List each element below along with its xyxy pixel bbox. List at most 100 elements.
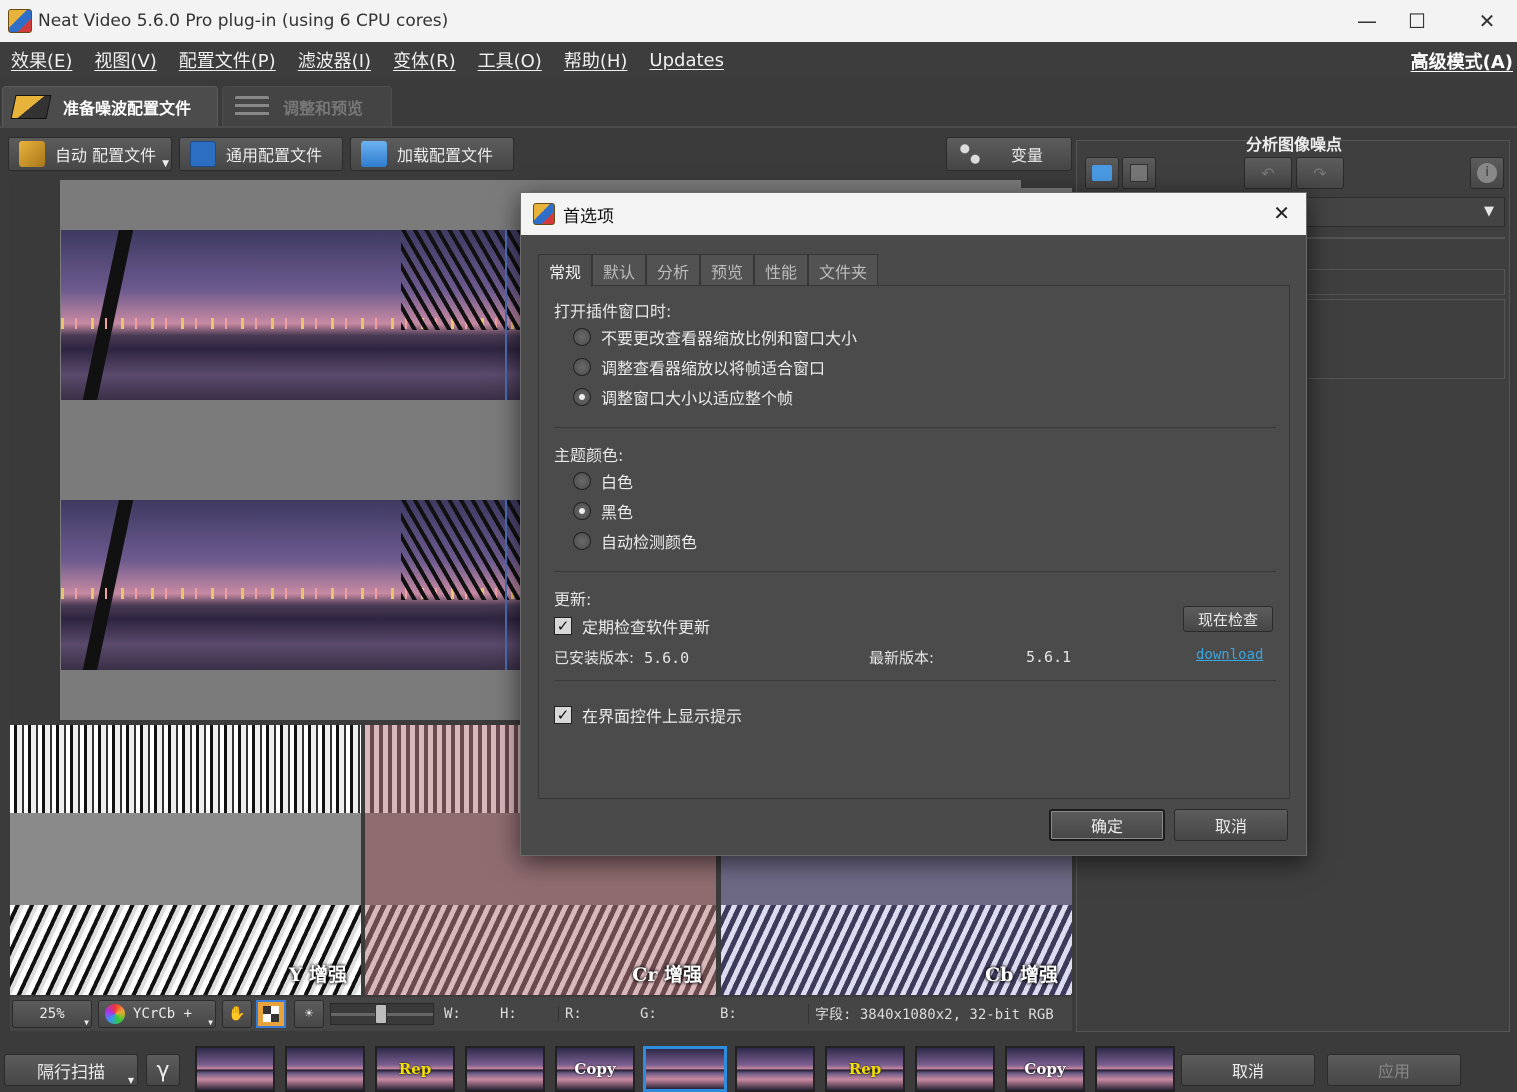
tab-prepare-label: 准备噪波配置文件 [63,98,192,118]
variant-thumb-3[interactable]: Rep [375,1046,455,1092]
apply-button[interactable]: 应用 [1327,1054,1461,1086]
checkmark-icon: ✓ [554,706,572,724]
colorspace-select[interactable]: YCrCb + ▼ [98,1000,216,1028]
app-icon [533,203,555,225]
radio-indicator [573,358,591,376]
theme-section-label: 主题颜色: [554,446,624,465]
general-tab-content: 打开插件窗口时: 不要更改查看器缩放比例和窗口大小 调整查看器缩放以将帧适合窗口… [538,285,1290,799]
undo-icon: ↶ [1261,163,1275,183]
variant-thumb-1[interactable] [195,1046,275,1092]
pane-field [1305,269,1505,295]
dialog-close-button[interactable]: ✕ [1273,201,1290,225]
variant-thumb-2[interactable] [285,1046,365,1092]
tab-folders[interactable]: 文件夹 [808,254,878,286]
tab-analysis[interactable]: 分析 [646,254,700,286]
folder-open-icon [1092,165,1112,181]
load-profile-button[interactable]: 加载配置文件 [350,137,514,171]
menu-variants[interactable]: 变体(R) [382,47,467,73]
radio-theme-white-label: 白色 [601,473,634,492]
installed-version-value: 5.6.0 [644,648,690,667]
info-button[interactable]: i [1470,157,1504,189]
open-button[interactable] [1085,157,1119,189]
gamma-button[interactable]: γ [146,1054,180,1086]
advanced-mode-toggle[interactable]: 高级模式(A) [1411,48,1513,74]
divider [554,680,1276,681]
variant-thumb-6-selected[interactable] [643,1046,727,1092]
load-profile-label: 加载配置文件 [397,146,494,165]
redo-button[interactable]: ↷ [1296,157,1344,189]
ok-label: 确定 [1090,817,1123,836]
radio-theme-white[interactable]: 白色 [573,469,633,493]
download-link[interactable]: download [1196,647,1263,663]
undo-button[interactable]: ↶ [1244,157,1292,189]
radio-resize-window[interactable]: 调整窗口大小以适应整个帧 [573,385,793,409]
radio-fit-frame[interactable]: 调整查看器缩放以将帧适合窗口 [573,355,825,379]
curve-icon [190,141,216,167]
open-section-label: 打开插件窗口时: [554,302,672,321]
tab-adjust-preview[interactable]: 调整和预览 [222,86,392,126]
maximize-button[interactable]: ☐ [1387,0,1447,42]
generic-profile-label: 通用配置文件 [226,146,323,165]
zoom-select[interactable]: 25% ▼ [12,1000,92,1028]
radio-keep-zoom[interactable]: 不要更改查看器缩放比例和窗口大小 [573,325,857,349]
hand-tool-button[interactable]: ✋ [222,1000,252,1028]
blue-readout: B: [720,1006,737,1022]
auto-profile-icon [19,141,45,167]
tab-adjust-label: 调整和预览 [283,98,364,118]
radio-fit-frame-label: 调整查看器缩放以将帧适合窗口 [601,359,826,378]
check-updates-checkbox[interactable]: ✓ 定期检查软件更新 [554,614,710,638]
interlace-select[interactable]: 隔行扫描 ▼ [4,1054,138,1086]
brightness-slider-thumb[interactable] [375,1004,387,1024]
radio-indicator [573,532,591,550]
close-window-button[interactable]: ✕ [1457,0,1517,42]
variant-thumb-9[interactable] [915,1046,995,1092]
dialog-cancel-label: 取消 [1214,817,1247,836]
save-button[interactable] [1122,157,1156,189]
variant-thumb-8[interactable]: Rep [825,1046,905,1092]
analysis-title: 分析图像噪点 [1245,135,1342,154]
radio-theme-black[interactable]: 黑色 [573,499,633,523]
info-icon: i [1477,163,1497,183]
variant-thumb-11[interactable] [1095,1046,1175,1092]
apply-label: 应用 [1377,1062,1410,1081]
menu-effects[interactable]: 效果(E) [0,47,83,73]
auto-profile-button[interactable]: 自动 配置文件 ▼ [8,137,172,171]
variant-thumb-5[interactable]: Copy [555,1046,635,1092]
show-tips-checkbox[interactable]: ✓ 在界面控件上显示提示 [554,703,742,727]
variant-thumb-10[interactable]: Copy [1005,1046,1085,1092]
radio-indicator-selected [573,388,591,406]
variant-thumb-7[interactable] [735,1046,815,1092]
dropdown-arrow-icon: ▼ [84,1018,89,1027]
menu-filter[interactable]: 滤波器(I) [287,47,382,73]
menu-profile[interactable]: 配置文件(P) [168,47,287,73]
brightness-slider[interactable] [330,1003,434,1025]
main-cancel-button[interactable]: 取消 [1181,1054,1315,1086]
variant-thumb-4[interactable] [465,1046,545,1092]
folder-icon [361,141,387,167]
select-area-button[interactable] [256,1000,286,1028]
menu-updates[interactable]: Updates [638,50,735,71]
copy-label: Copy [1024,1060,1066,1078]
check-now-button[interactable]: 现在检查 [1183,606,1273,632]
dropdown-arrow-icon: ▼ [208,1018,213,1027]
radio-theme-auto[interactable]: 自动检测颜色 [573,529,697,553]
radio-theme-black-label: 黑色 [601,503,634,522]
tab-performance[interactable]: 性能 [754,254,808,286]
generic-profile-button[interactable]: 通用配置文件 [179,137,343,171]
title-bar: Neat Video 5.6.0 Pro plug-in (using 6 CP… [0,0,1517,42]
menu-help[interactable]: 帮助(H) [553,47,639,73]
pane-dropdown[interactable]: ▼ [1305,197,1505,227]
variants-icon [957,141,983,167]
dialog-cancel-button[interactable]: 取消 [1174,809,1288,841]
menu-view[interactable]: 视图(V) [83,47,167,73]
tab-prepare-profile[interactable]: 准备噪波配置文件 [2,86,218,126]
tab-general[interactable]: 常规 [538,254,592,287]
brightness-button[interactable]: ☀ [294,1000,324,1028]
tab-preview[interactable]: 预览 [700,254,754,286]
ok-button[interactable]: 确定 [1049,809,1165,841]
menu-tools[interactable]: 工具(O) [467,47,553,73]
radio-keep-zoom-label: 不要更改查看器缩放比例和窗口大小 [601,329,858,348]
tab-defaults[interactable]: 默认 [592,254,646,286]
colorspace-value: YCrCb + [133,1006,193,1022]
variants-button[interactable]: 变量 [946,137,1072,171]
